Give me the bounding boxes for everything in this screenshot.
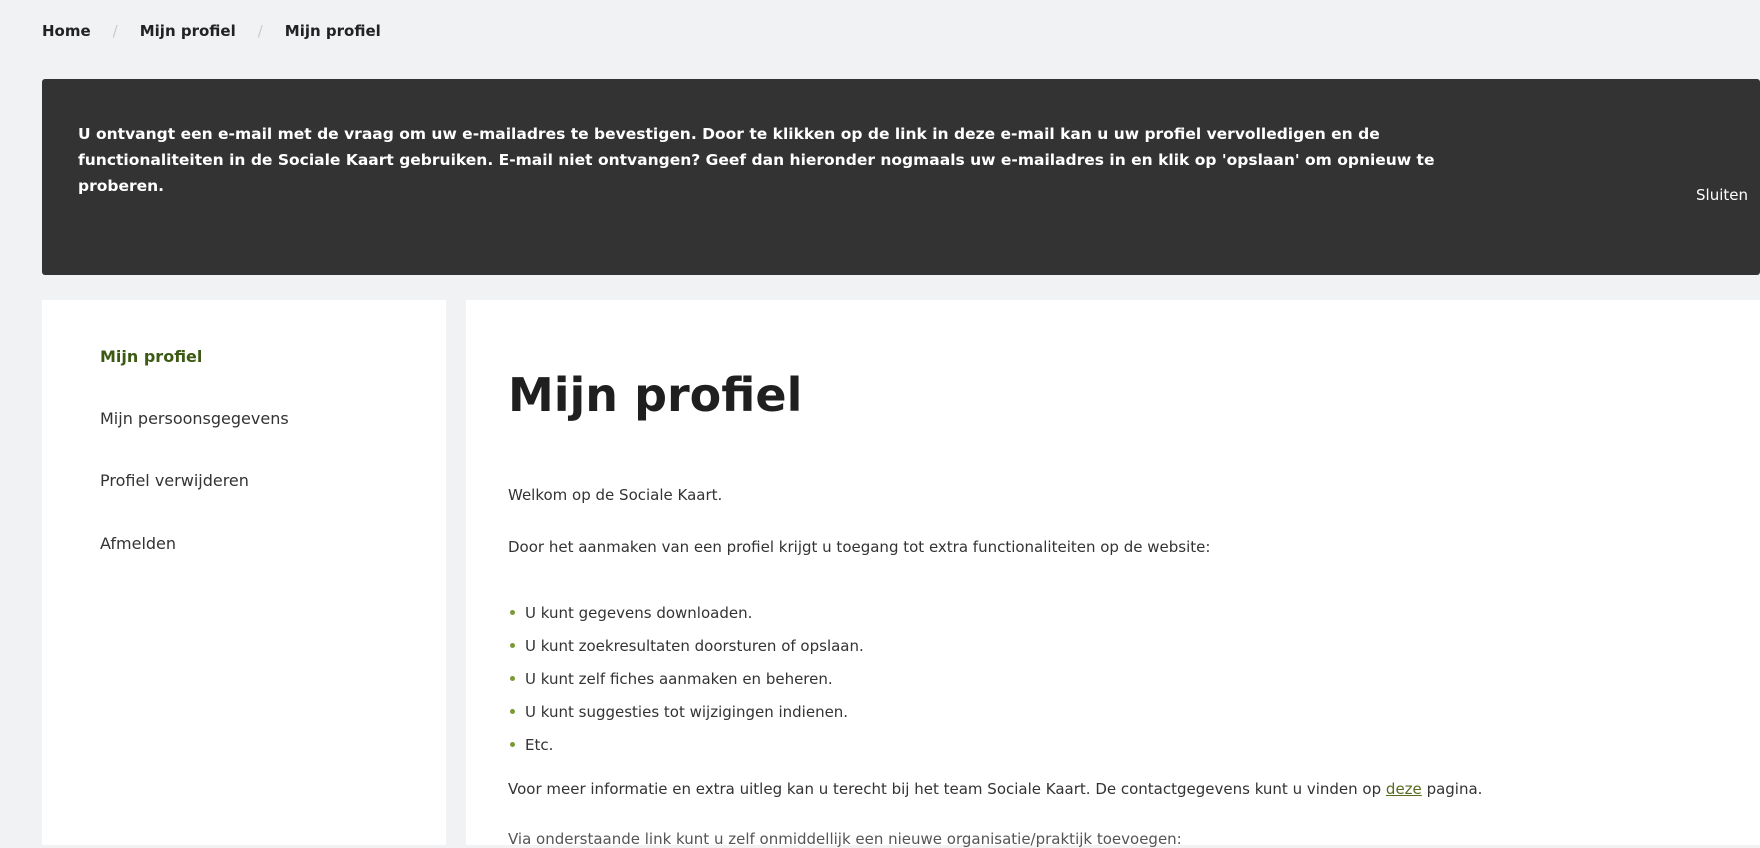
list-item: U kunt zelf fiches aanmaken en beheren. [508,663,864,696]
bullet-icon [510,741,515,747]
bullet-icon [510,675,515,681]
sidebar-item-mijn-profiel[interactable]: Mijn profiel [100,347,202,366]
info-text: Voor meer informatie en extra uitleg kan… [508,780,1382,798]
bullet-icon [510,609,515,615]
breadcrumb: Home / Mijn profiel / Mijn profiel [42,22,381,40]
list-item: U kunt suggesties tot wijzigingen indien… [508,696,864,729]
page-title: Mijn profiel [508,368,803,422]
bullet-icon [510,708,515,714]
list-item: Etc. [508,729,864,762]
banner-message: U ontvangt een e-mail met de vraag om uw… [78,121,1658,199]
breadcrumb-separator: / [257,22,263,40]
welcome-text: Welkom op de Sociale Kaart. [508,486,723,504]
bullet-icon [510,642,515,648]
sidebar-item-persoonsgegevens[interactable]: Mijn persoonsgegevens [100,409,289,428]
breadcrumb-current: Mijn profiel [284,22,381,40]
list-item: U kunt zoekresultaten doorsturen of opsl… [508,630,864,663]
banner-line: functionaliteiten in de Sociale Kaart ge… [78,151,1435,169]
contact-page-link[interactable]: deze [1386,780,1422,798]
list-item: U kunt gegevens downloaden. [508,597,864,630]
main-content: Mijn profiel Welkom op de Sociale Kaart.… [466,300,1760,848]
add-organisation-text: Via onderstaande link kunt u zelf onmidd… [508,830,1182,848]
sidebar-item-profiel-verwijderen[interactable]: Profiel verwijderen [100,471,249,490]
info-text-after: pagina. [1426,780,1483,798]
sidebar: Mijn profiel Mijn persoonsgegevens Profi… [42,300,446,845]
breadcrumb-home[interactable]: Home [42,22,91,40]
banner-close-button[interactable]: Sluiten [1696,186,1748,204]
email-confirmation-banner: U ontvangt een e-mail met de vraag om uw… [42,79,1760,275]
sidebar-item-afmelden[interactable]: Afmelden [100,534,176,553]
intro-text: Door het aanmaken van een profiel krijgt… [508,538,1211,556]
breadcrumb-mijn-profiel[interactable]: Mijn profiel [140,22,236,40]
banner-line: proberen. [78,177,165,195]
info-paragraph: Voor meer informatie en extra uitleg kan… [508,780,1482,798]
feature-list: U kunt gegevens downloaden. U kunt zoekr… [508,597,864,762]
breadcrumb-separator: / [112,22,118,40]
banner-line: U ontvangt een e-mail met de vraag om uw… [78,125,1380,143]
